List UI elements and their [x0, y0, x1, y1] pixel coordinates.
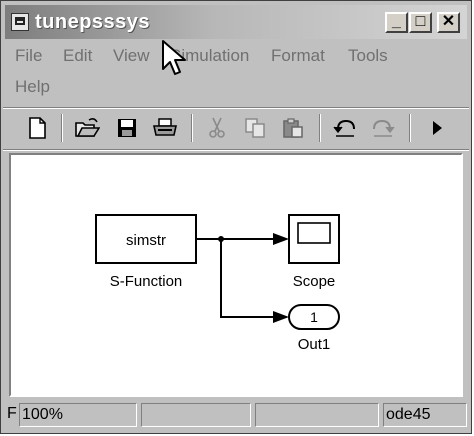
title-bar[interactable]: tunepsssys _ □ ✕ — [5, 5, 467, 39]
toolbar-separator — [191, 114, 193, 142]
undo-icon[interactable] — [331, 114, 359, 142]
signal-lines[interactable] — [196, 233, 289, 323]
menu-tools[interactable]: Tools — [348, 46, 388, 66]
new-icon[interactable] — [23, 114, 51, 142]
outport-block[interactable]: 1 — [288, 304, 340, 330]
toolbar-separator — [61, 114, 63, 142]
outport-number: 1 — [310, 309, 318, 325]
menu-help[interactable]: Help — [15, 77, 50, 97]
menu-file[interactable]: File — [15, 46, 42, 66]
scope-caption: Scope — [293, 273, 336, 290]
sfunction-block[interactable]: simstr — [95, 214, 197, 264]
window-title: tunepsssys — [35, 11, 151, 33]
redo-icon[interactable] — [369, 114, 397, 142]
menu-bar: File Edit View Simulation Format Tools H… — [5, 41, 467, 107]
open-icon[interactable] — [73, 114, 101, 142]
toolbar-separator — [409, 114, 411, 142]
scope-block[interactable] — [288, 214, 340, 264]
outport-caption: Out1 — [298, 336, 331, 353]
copy-icon[interactable] — [241, 114, 269, 142]
solver-name: ode45 — [383, 403, 467, 427]
status-bar: F 100% ode45 — [5, 401, 467, 429]
mouse-pointer-icon — [162, 40, 186, 75]
run-icon[interactable] — [423, 114, 451, 142]
menu-view[interactable]: View — [113, 46, 150, 66]
minimize-button[interactable]: _ — [385, 12, 408, 33]
menu-format[interactable]: Format — [271, 46, 325, 66]
toolbar — [5, 111, 467, 147]
toolbar-divider — [3, 107, 469, 109]
save-icon[interactable] — [113, 114, 141, 142]
model-canvas[interactable]: simstr S-Function Scope 1 Out1 — [9, 153, 463, 397]
simulink-app-icon[interactable] — [11, 13, 29, 31]
status-panel-empty-2 — [255, 403, 379, 427]
canvas-divider — [3, 149, 469, 151]
sfunction-block-text: simstr — [126, 232, 166, 249]
menu-edit[interactable]: Edit — [63, 46, 92, 66]
model-window: tunepsssys _ □ ✕ File Edit View Simulati… — [0, 0, 472, 434]
toolbar-separator — [319, 114, 321, 142]
block-diagram: simstr S-Function Scope 1 Out1 — [95, 214, 340, 353]
close-button[interactable]: ✕ — [437, 12, 460, 33]
zoom-level: 100% — [19, 403, 137, 427]
paste-icon[interactable] — [279, 114, 307, 142]
maximize-button[interactable]: □ — [409, 12, 432, 33]
cut-icon[interactable] — [203, 114, 231, 142]
sfunction-caption: S-Function — [110, 273, 183, 290]
print-icon[interactable] — [151, 114, 179, 142]
status-panel-empty-1 — [141, 403, 251, 427]
